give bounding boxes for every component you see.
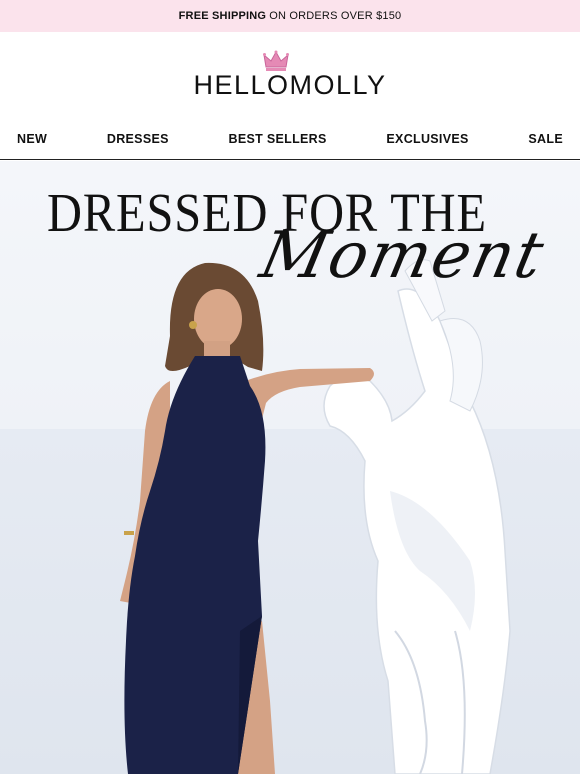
nav-item-new[interactable]: NEW xyxy=(17,132,47,146)
hero-banner[interactable]: DRESSED FOR THE Moment xyxy=(0,161,580,774)
hero-title-line2: Moment xyxy=(254,219,552,293)
nav-item-sale[interactable]: SALE xyxy=(528,132,563,146)
main-nav: NEW DRESSES BEST SELLERS EXCLUSIVES SALE xyxy=(0,118,580,160)
logo[interactable]: HELLOMOLLY xyxy=(0,70,580,101)
nav-item-best-sellers[interactable]: BEST SELLERS xyxy=(229,132,327,146)
statue-figure xyxy=(323,259,511,774)
promo-bold-text: FREE SHIPPING xyxy=(178,10,267,22)
promo-text: ON ORDERS OVER $150 xyxy=(269,10,402,22)
promo-banner[interactable]: FREE SHIPPING ON ORDERS OVER $150 xyxy=(0,0,580,32)
header: HELLOMOLLY xyxy=(0,32,580,118)
nav-item-exclusives[interactable]: EXCLUSIVES xyxy=(386,132,468,146)
nav-item-dresses[interactable]: DRESSES xyxy=(107,132,169,146)
